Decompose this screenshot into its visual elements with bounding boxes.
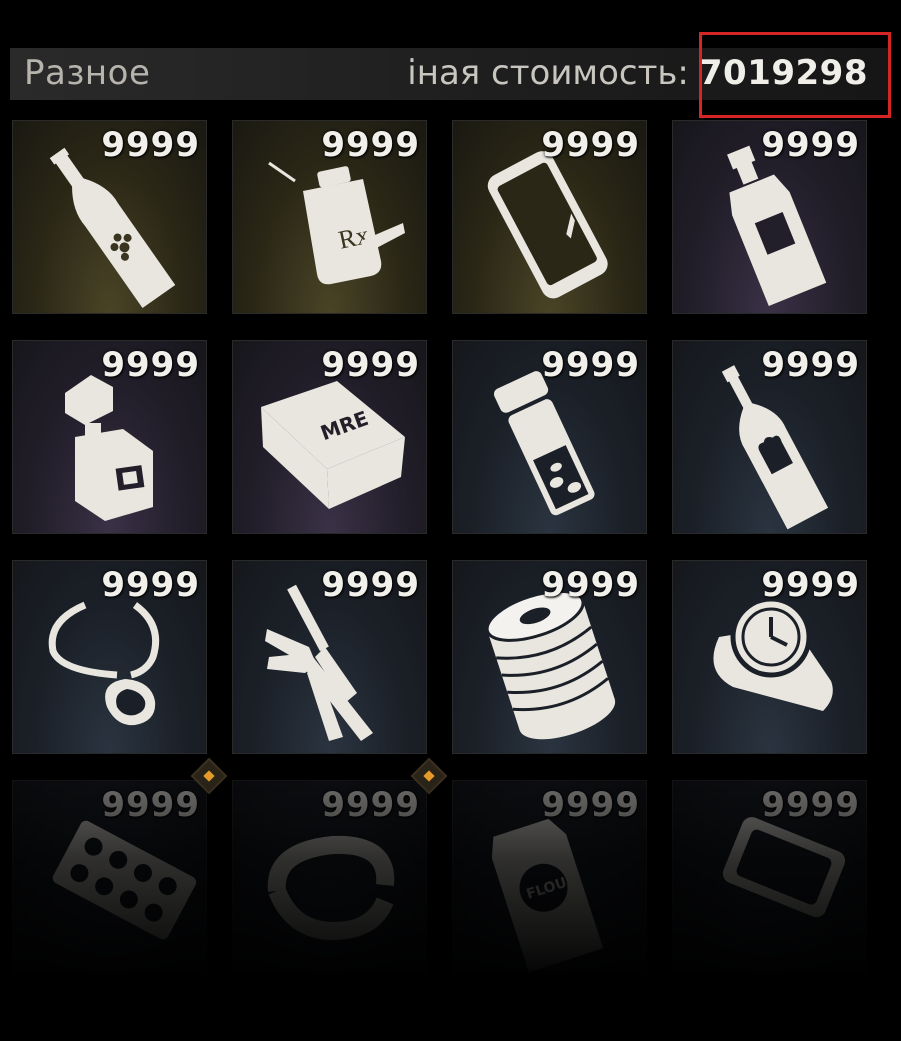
item-count: 9999: [541, 345, 640, 385]
item-count: 9999: [321, 785, 420, 825]
highlight-box: [699, 32, 891, 118]
item-tile[interactable]: 9999: [12, 780, 207, 974]
item-tile[interactable]: 9999: [672, 120, 867, 314]
item-tile[interactable]: 9999: [232, 560, 427, 754]
item-tile[interactable]: MRE 9999: [232, 340, 427, 534]
item-tile[interactable]: 9999: [12, 120, 207, 314]
item-tile[interactable]: 9999: [12, 340, 207, 534]
item-count: 9999: [761, 345, 860, 385]
item-count: 9999: [101, 785, 200, 825]
item-count: 9999: [761, 125, 860, 165]
item-tile[interactable]: 9999: [672, 560, 867, 754]
item-count: 9999: [321, 125, 420, 165]
item-tile[interactable]: 9999: [452, 340, 647, 534]
item-tile[interactable]: FLOUR 9999: [452, 780, 647, 974]
item-tile[interactable]: Rx 9999: [232, 120, 427, 314]
item-count: 9999: [541, 785, 640, 825]
item-count: 9999: [761, 785, 860, 825]
item-count: 9999: [101, 565, 200, 605]
item-tile[interactable]: 9999: [232, 780, 427, 974]
category-title: Разное: [24, 53, 151, 93]
item-count: 9999: [101, 345, 200, 385]
item-tile[interactable]: 9999: [452, 120, 647, 314]
item-count: 9999: [321, 565, 420, 605]
item-count: 9999: [541, 565, 640, 605]
item-tile[interactable]: 9999: [12, 560, 207, 754]
item-tile[interactable]: 9999: [672, 340, 867, 534]
item-tile[interactable]: 9999: [672, 780, 867, 974]
item-count: 9999: [541, 125, 640, 165]
item-count: 9999: [321, 345, 420, 385]
total-cost-label: іная стоимость:: [407, 53, 689, 93]
item-tile[interactable]: 9999: [452, 560, 647, 754]
item-count: 9999: [101, 125, 200, 165]
item-count: 9999: [761, 565, 860, 605]
